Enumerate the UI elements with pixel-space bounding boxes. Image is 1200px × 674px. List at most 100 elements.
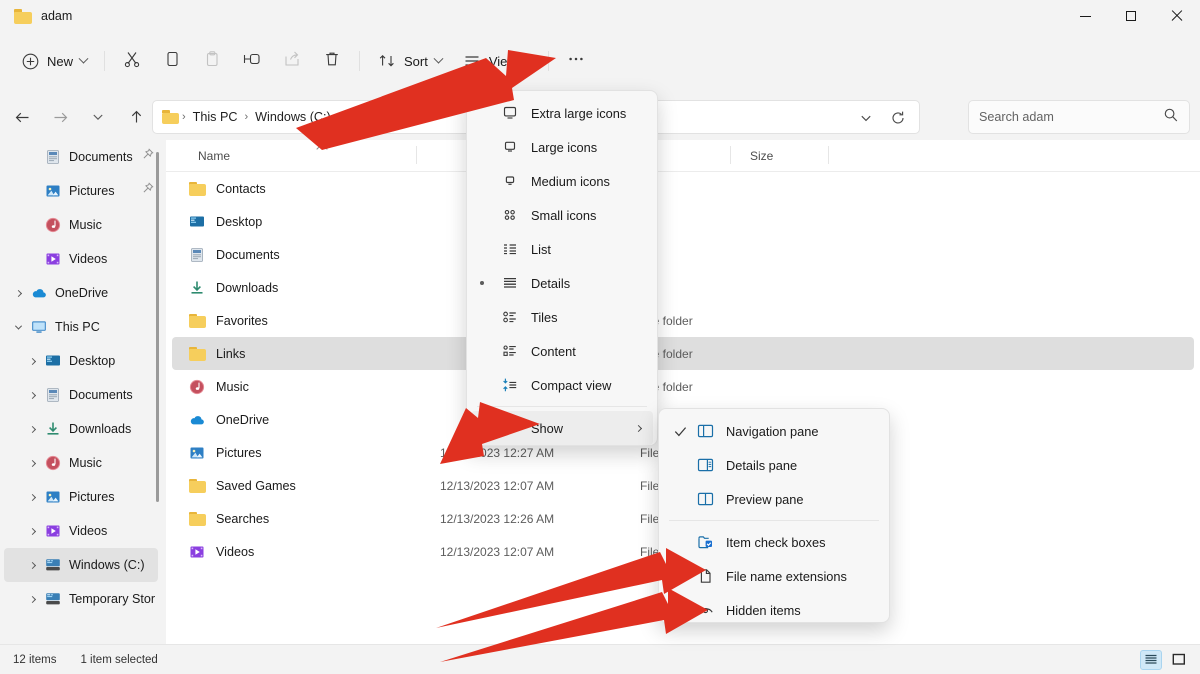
show-submenu-item-details-pane[interactable]: Details pane	[663, 448, 885, 482]
sidebar-scrollbar[interactable]	[156, 152, 159, 502]
up-button[interactable]	[120, 101, 152, 133]
view-menu-item-label: Medium icons	[531, 174, 610, 189]
tiles-icon	[497, 308, 523, 326]
show-submenu[interactable]: Navigation paneDetails panePreview pane I…	[658, 408, 890, 623]
sidebar-item-videos[interactable]: Videos	[4, 514, 158, 548]
view-menu-item-extra-large-icons[interactable]: Extra large icons	[471, 96, 653, 130]
chevron-right-icon[interactable]	[22, 529, 42, 534]
sidebar-item-label: Videos	[69, 524, 107, 538]
file-name: Music	[216, 380, 249, 394]
chevron-down-icon[interactable]	[8, 325, 28, 330]
show-submenu-item-item-check-boxes[interactable]: Item check boxes	[663, 525, 885, 559]
ellipsis-icon	[566, 50, 586, 73]
minimize-button[interactable]	[1062, 0, 1108, 32]
sidebar-item-downloads[interactable]: Downloads	[4, 412, 158, 446]
file-name: Searches	[216, 512, 269, 526]
breadcrumb-adam[interactable]: adam	[395, 108, 435, 126]
show-submenu-item-preview-pane[interactable]: Preview pane	[663, 482, 885, 516]
column-header-size[interactable]: Size	[750, 149, 773, 163]
back-button[interactable]	[6, 101, 38, 133]
large-icons-view-toggle[interactable]	[1168, 650, 1190, 670]
show-submenu-item-file-name-extensions[interactable]: File name extensions	[663, 559, 885, 593]
view-menu-item-label: Large icons	[531, 140, 597, 155]
sidebar-item-pictures[interactable]: Pictures	[4, 174, 158, 208]
rename-button[interactable]	[232, 45, 272, 77]
close-button[interactable]	[1154, 0, 1200, 32]
table-row[interactable]: LinksFile folder	[172, 337, 1194, 370]
table-row[interactable]: Desktop	[172, 205, 1194, 238]
table-row[interactable]: Contacts	[172, 172, 1194, 205]
window-title: adam	[41, 9, 72, 23]
sidebar-item-documents[interactable]: Documents	[4, 140, 158, 174]
view-menu-item-medium-icons[interactable]: Medium icons	[471, 164, 653, 198]
see-more-button[interactable]	[556, 45, 596, 77]
sidebar-item-desktop[interactable]: Desktop	[4, 344, 158, 378]
view-menu-item-tiles[interactable]: Tiles	[471, 300, 653, 334]
view-dropdown-menu[interactable]: Extra large icons Large icons Medium icons…	[466, 90, 658, 446]
cut-button[interactable]	[112, 45, 152, 77]
sidebar-item-documents[interactable]: Documents	[4, 378, 158, 412]
recent-locations-button[interactable]	[82, 101, 114, 133]
sidebar-item-pictures[interactable]: Pictures	[4, 480, 158, 514]
videos-icon	[186, 544, 208, 560]
sort-button[interactable]: Sort	[367, 45, 452, 77]
view-menu-item-show[interactable]: Show	[471, 411, 653, 445]
sidebar-item-videos[interactable]: Videos	[4, 242, 158, 276]
sidebar-item-music[interactable]: Music	[4, 446, 158, 480]
chevron-right-icon[interactable]	[22, 495, 42, 500]
details-view-toggle[interactable]	[1140, 650, 1162, 670]
file-date-modified: 12/13/2023 12:07 AM	[440, 479, 554, 493]
sidebar-item-this-pc[interactable]: This PC	[4, 310, 158, 344]
search-input[interactable]: Search adam	[979, 110, 1163, 124]
delete-button[interactable]	[312, 45, 352, 77]
sidebar-item-temporary-stor[interactable]: Temporary Stor	[4, 582, 158, 616]
view-menu-item-content[interactable]: Content	[471, 334, 653, 368]
breadcrumb-users[interactable]: Users	[344, 108, 385, 126]
show-submenu-item-navigation-pane[interactable]: Navigation pane	[663, 414, 885, 448]
view-menu-item-small-icons[interactable]: Small icons	[471, 198, 653, 232]
sidebar-item-windows-c[interactable]: Windows (C:)	[4, 548, 158, 582]
sort-icon	[377, 51, 397, 71]
chevron-right-icon[interactable]	[22, 461, 42, 466]
view-button[interactable]: View	[452, 45, 541, 77]
chevron-right-icon[interactable]	[22, 359, 42, 364]
view-menu-item-label: Content	[531, 344, 576, 359]
share-button[interactable]	[272, 45, 312, 77]
breadcrumb-windows-c[interactable]: Windows (C:)	[251, 108, 335, 126]
pictures-icon	[42, 183, 64, 199]
table-row[interactable]: FavoritesFile folder	[172, 304, 1194, 337]
view-menu-item-compact-view[interactable]: Compact view	[471, 368, 653, 402]
forward-button[interactable]	[44, 101, 76, 133]
breadcrumb-this-pc[interactable]: This PC	[189, 108, 242, 126]
view-menu-item-list[interactable]: List	[471, 232, 653, 266]
table-row[interactable]: Documents	[172, 238, 1194, 271]
maximize-button[interactable]	[1108, 0, 1154, 32]
view-menu-item-label: List	[531, 242, 551, 257]
chevron-right-icon[interactable]	[22, 563, 42, 568]
view-menu-item-large-icons[interactable]: Large icons	[471, 130, 653, 164]
column-header-name[interactable]: Name	[198, 149, 230, 163]
folder-icon	[186, 182, 208, 196]
paste-button[interactable]	[192, 45, 232, 77]
copy-button[interactable]	[152, 45, 192, 77]
chevron-right-icon[interactable]	[22, 597, 42, 602]
table-row[interactable]: Downloads	[172, 271, 1194, 304]
navigation-pane[interactable]: DocumentsPicturesMusicVideosOneDriveThis…	[0, 140, 166, 644]
chevron-right-icon[interactable]	[22, 393, 42, 398]
sidebar-item-label: Music	[69, 456, 102, 470]
sidebar-item-music[interactable]: Music	[4, 208, 158, 242]
view-menu-item-label: Small icons	[531, 208, 596, 223]
view-menu-item-details[interactable]: Details	[471, 266, 653, 300]
new-button[interactable]: New	[10, 45, 97, 77]
search-box[interactable]: Search adam	[968, 100, 1190, 134]
show-submenu-item-hidden-items[interactable]: Hidden items	[663, 593, 885, 627]
previous-locations-button[interactable]	[851, 104, 881, 132]
chevron-right-icon	[635, 424, 642, 431]
item-checkboxes-icon	[693, 533, 717, 551]
chevron-right-icon[interactable]	[8, 291, 28, 296]
chevron-right-icon[interactable]	[22, 427, 42, 432]
table-row[interactable]: MusicFile folder	[172, 370, 1194, 403]
refresh-button[interactable]	[883, 104, 913, 132]
sidebar-item-onedrive[interactable]: OneDrive	[4, 276, 158, 310]
selected-bullet-icon	[480, 281, 484, 285]
